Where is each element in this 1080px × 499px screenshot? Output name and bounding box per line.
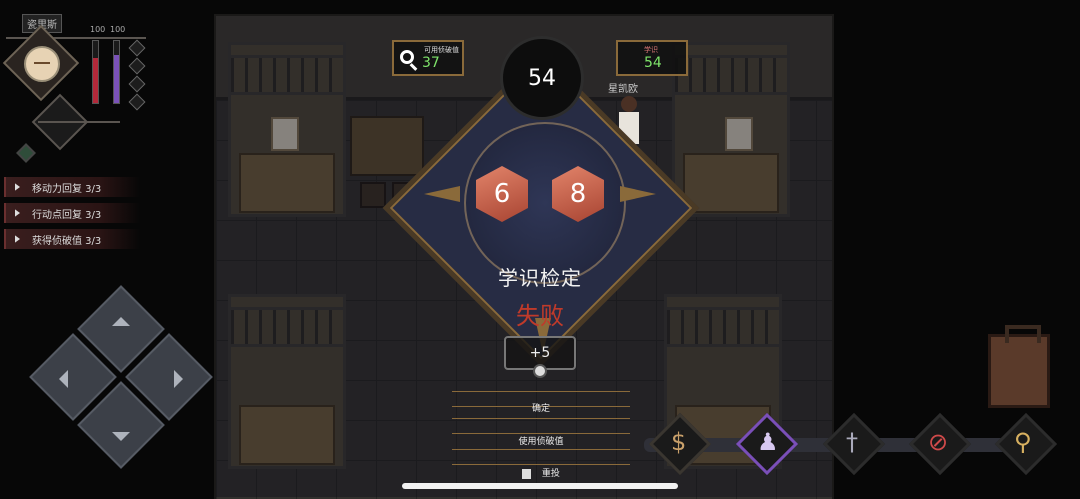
- check-title: 学识检定: [498, 266, 582, 290]
- home-indicator[interactable]: [402, 483, 678, 489]
- clue-points-label: 可用侦破值: [424, 46, 459, 54]
- check-result: 失败: [516, 302, 564, 330]
- gem-icon: [128, 75, 146, 93]
- status-item-label: 获得侦破值 3/3: [32, 235, 102, 247]
- dollar-icon: $: [671, 428, 687, 456]
- status-item-clue-gain[interactable]: 获得侦破值 3/3: [4, 229, 140, 249]
- clue-points-value: 37: [422, 55, 440, 71]
- gem-icon: [128, 39, 146, 57]
- reroll-button-label: 重投: [541, 469, 560, 479]
- sword-icon: †: [846, 428, 858, 456]
- gem-icon: [128, 57, 146, 75]
- spike-ornament: [620, 186, 656, 202]
- option-divider: [452, 449, 630, 465]
- npc-name: 星凯欧: [608, 84, 638, 95]
- stat-a-value: 100: [90, 25, 106, 34]
- gem-icon: [128, 93, 146, 111]
- token-icon: [533, 364, 547, 378]
- arrow-right-icon: [174, 370, 192, 388]
- play-icon: [522, 468, 532, 479]
- knowledge-box: 学识 54: [616, 40, 688, 76]
- sanity-bar: [113, 40, 120, 104]
- dpad: [28, 285, 214, 472]
- target-value: 54: [500, 36, 584, 120]
- game-screen: 星凯欧 瓷里斯 100 100 移动力回复 3/3 行动点回复 3/3 获得侦破…: [0, 0, 1080, 499]
- stat-b-value: 100: [110, 25, 126, 34]
- status-item-action-recover[interactable]: 行动点回复 3/3: [4, 203, 140, 223]
- arrow-up-icon: [112, 308, 130, 326]
- status-item-label: 行动点回复 3/3: [32, 209, 102, 221]
- reroll-button[interactable]: 重投: [452, 466, 630, 479]
- play-icon: [15, 209, 20, 217]
- option-divider: [452, 418, 630, 434]
- sanity-bar-fill: [114, 54, 119, 103]
- confirm-button-label: 确定: [531, 404, 550, 414]
- hud-divider: [38, 121, 120, 123]
- use-clue-button[interactable]: 使用侦破值: [452, 434, 630, 447]
- arrow-left-icon: [50, 370, 68, 388]
- inventory-bag-button[interactable]: [988, 325, 1050, 408]
- knowledge-value: 54: [644, 55, 662, 71]
- health-bar: [92, 40, 99, 104]
- status-item-label: 移动力回复 3/3: [32, 183, 102, 195]
- health-bar-fill: [93, 58, 98, 103]
- play-icon: [15, 183, 20, 191]
- use-clue-button-label: 使用侦破值: [518, 437, 564, 447]
- knowledge-label: 学识: [644, 46, 658, 54]
- arrow-down-icon: [112, 432, 130, 450]
- forbidden-icon: ⊘: [928, 428, 949, 456]
- confirm-button[interactable]: 确定: [452, 401, 630, 414]
- player-avatar[interactable]: [24, 46, 60, 82]
- magnifier-icon: ⚲: [1014, 428, 1032, 456]
- search-icon: [400, 50, 414, 64]
- status-item-move-recover[interactable]: 移动力回复 3/3: [4, 177, 140, 197]
- clue-points-box: 可用侦破值 37: [392, 40, 464, 76]
- small-gem-icon: [16, 143, 36, 163]
- play-icon: [15, 235, 20, 243]
- spike-ornament: [424, 186, 460, 202]
- person-icon: ♟: [757, 428, 779, 456]
